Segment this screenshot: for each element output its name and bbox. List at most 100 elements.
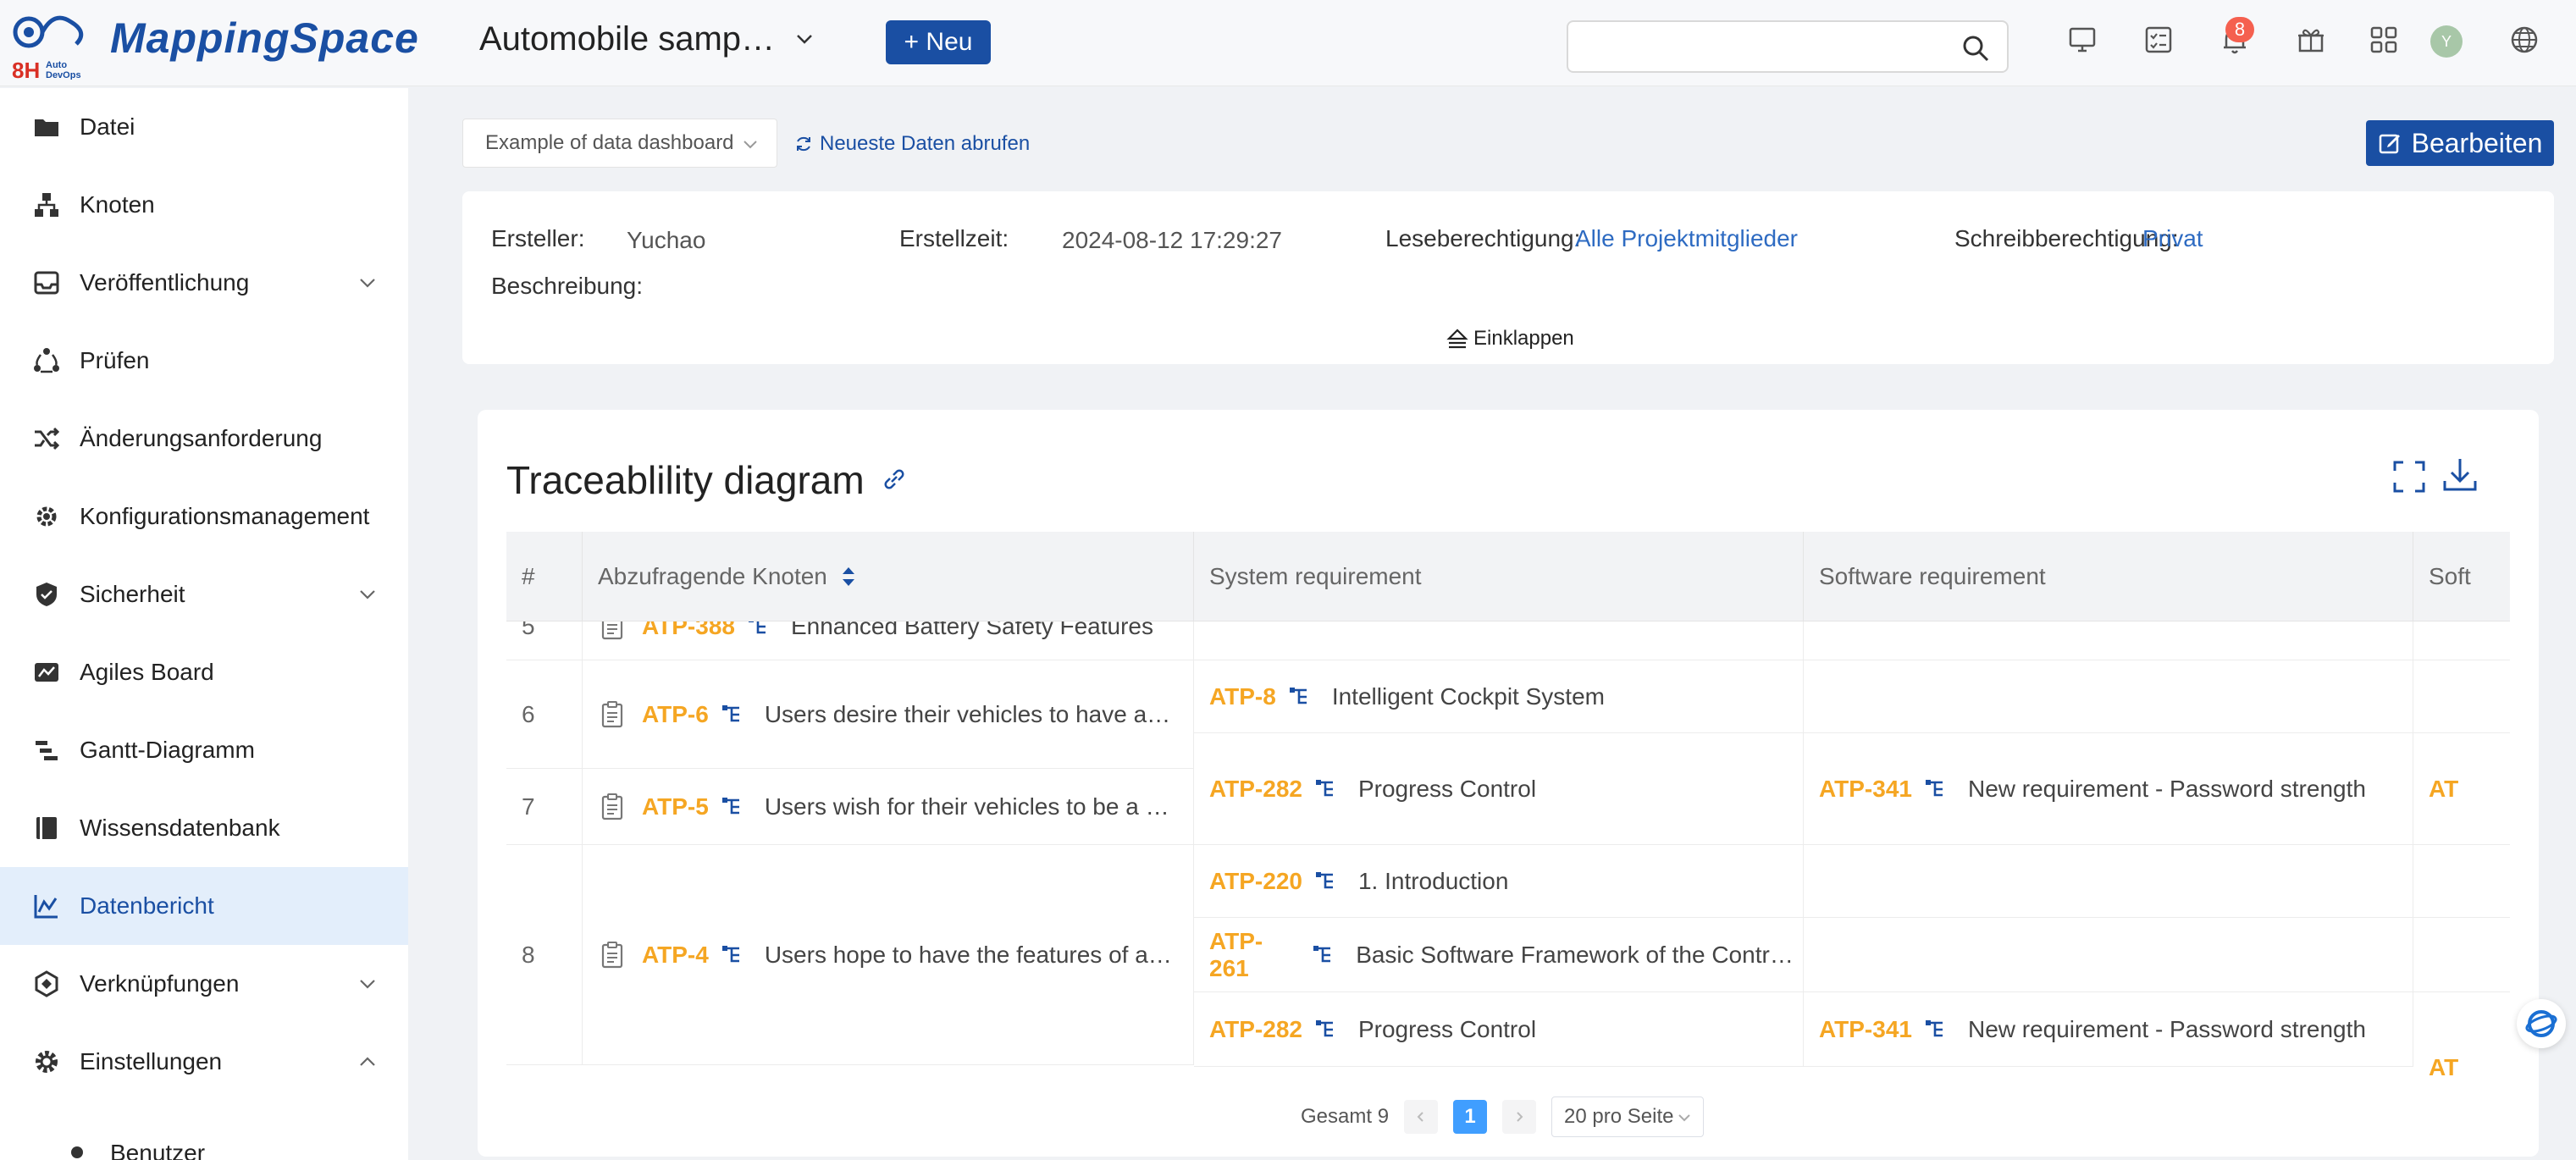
- table-cell-soft[interactable]: AT: [2413, 733, 2510, 845]
- req-key-link[interactable]: ATP-261: [1209, 928, 1300, 982]
- tree-icon[interactable]: [1314, 778, 1336, 800]
- sidebar-item-datenbericht[interactable]: Datenbericht: [0, 867, 408, 945]
- prev-page-button[interactable]: [1404, 1100, 1439, 1134]
- sidebar-item-konfigurationsmanagement[interactable]: Konfigurationsmanagement: [0, 478, 408, 555]
- sidebar-item-verknuepfungen[interactable]: Verknüpfungen: [0, 945, 408, 1023]
- table-cell-system-req[interactable]: ATP-282 Progress Control: [1194, 733, 1804, 845]
- sidebar-subitem-benutzer[interactable]: Benutzer: [0, 1126, 408, 1160]
- apps-grid-icon[interactable]: [2368, 24, 2400, 56]
- sidebar-item-pruefen[interactable]: Prüfen: [0, 322, 408, 400]
- tree-icon[interactable]: [1288, 686, 1310, 708]
- node-title: Enhanced Battery Safety Features: [790, 621, 1153, 639]
- chevron-down-icon[interactable]: [356, 583, 379, 606]
- sidebar-item-datei[interactable]: Datei: [0, 88, 408, 166]
- table-cell-system-req[interactable]: ATP-8 Intelligent Cockpit System: [1194, 660, 1804, 733]
- sidebar-item-label: Änderungsanforderung: [80, 425, 323, 451]
- page-number-current[interactable]: 1: [1453, 1100, 1488, 1134]
- table-row[interactable]: ATP-388 Enhanced Battery Safety Features: [583, 621, 1194, 660]
- req-title: New requirement - Password strength: [1967, 1015, 2366, 1042]
- sidebar-item-sicherheit[interactable]: Sicherheit: [0, 555, 408, 633]
- logo[interactable]: 8H Auto DevOps: [10, 7, 95, 83]
- chevron-up-icon[interactable]: [356, 1050, 379, 1074]
- node-key-link[interactable]: ATP-388: [642, 621, 735, 640]
- table-row[interactable]: ATP-6 Users desire their vehicles to hav…: [583, 660, 1194, 769]
- table-cell-empty: [2413, 621, 2510, 660]
- inbox-icon: [34, 271, 59, 295]
- dashboard-select[interactable]: Example of data dashboard: [462, 119, 777, 168]
- fullscreen-icon[interactable]: [2391, 459, 2427, 494]
- tree-icon[interactable]: [747, 621, 769, 638]
- refresh-link[interactable]: Neueste Daten abrufen: [794, 132, 1030, 156]
- collapse-toggle[interactable]: Einklappen: [1446, 327, 1574, 351]
- tree-icon[interactable]: [721, 944, 743, 966]
- node-key-link[interactable]: ATP-4: [642, 942, 709, 969]
- tree-icon[interactable]: [1314, 1019, 1336, 1041]
- req-key-link[interactable]: AT: [2429, 776, 2458, 803]
- table-cell-empty: [1194, 621, 1804, 660]
- chevron-down-icon[interactable]: [794, 29, 815, 49]
- search-icon[interactable]: [1961, 34, 1990, 63]
- column-header-nodes[interactable]: Abzufragende Knoten: [583, 532, 1194, 621]
- req-key-link[interactable]: ATP-220: [1209, 868, 1302, 895]
- edit-button[interactable]: Bearbeiten: [2366, 120, 2554, 166]
- sidebar-item-einstellungen[interactable]: Einstellungen: [0, 1023, 408, 1101]
- page-size-select[interactable]: 20 pro Seite: [1551, 1096, 1705, 1137]
- sort-icon[interactable]: [839, 564, 858, 589]
- assistant-icon: [2525, 1010, 2557, 1037]
- req-key-link[interactable]: ATP-8: [1209, 683, 1276, 710]
- tree-icon[interactable]: [1314, 870, 1336, 892]
- link-icon[interactable]: [882, 467, 906, 491]
- chevron-down-icon[interactable]: [356, 972, 379, 996]
- sidebar-item-aenderungsanforderung[interactable]: Änderungsanforderung: [0, 400, 408, 478]
- tree-icon[interactable]: [1924, 1019, 1946, 1041]
- table-cell-system-req[interactable]: ATP-220 1. Introduction: [1194, 845, 1804, 918]
- search-input[interactable]: [1567, 20, 2009, 73]
- sidebar-item-wissensdatenbank[interactable]: Wissensdatenbank: [0, 789, 408, 867]
- tree-icon[interactable]: [1924, 778, 1946, 800]
- table-row[interactable]: ATP-5 Users wish for their vehicles to b…: [583, 769, 1194, 845]
- project-title[interactable]: Automobile samp…: [479, 20, 775, 58]
- req-key-link[interactable]: ATP-282: [1209, 776, 1302, 803]
- req-key-link[interactable]: ATP-282: [1209, 1016, 1302, 1043]
- sidebar-item-label: Veröffentlichung: [80, 269, 250, 296]
- table-cell-system-req[interactable]: ATP-282 Progress Control: [1194, 992, 1804, 1067]
- tree-icon[interactable]: [1312, 944, 1334, 966]
- read-permission-value[interactable]: Alle Projektmitglieder: [1575, 225, 1798, 252]
- req-key-link[interactable]: ATP-341: [1819, 1016, 1912, 1043]
- next-page-button[interactable]: [1502, 1100, 1537, 1134]
- help-assistant-button[interactable]: [2517, 999, 2566, 1048]
- monitor-icon[interactable]: [2066, 24, 2098, 56]
- avatar[interactable]: Y: [2430, 25, 2463, 58]
- new-button[interactable]: + Neu: [886, 20, 991, 64]
- node-key-link[interactable]: ATP-6: [642, 701, 709, 728]
- download-icon[interactable]: [2441, 456, 2479, 494]
- sidebar-item-veroeffentlichung[interactable]: Veröffentlichung: [0, 244, 408, 322]
- sidebar-item-agiles-board[interactable]: Agiles Board: [0, 633, 408, 711]
- req-key-link[interactable]: AT: [2429, 1054, 2458, 1079]
- tree-icon[interactable]: [721, 796, 743, 818]
- column-header-label: Abzufragende Knoten: [598, 563, 827, 589]
- req-key-link[interactable]: ATP-341: [1819, 776, 1912, 803]
- table-cell-soft[interactable]: AT: [2413, 992, 2510, 1079]
- table-cell-software-req[interactable]: ATP-341 New requirement - Password stren…: [1804, 733, 2413, 845]
- table-cell-software-req[interactable]: ATP-341 New requirement - Password stren…: [1804, 992, 2413, 1067]
- task-list-icon[interactable]: [2142, 24, 2175, 56]
- write-permission-value[interactable]: Privat: [2142, 225, 2203, 252]
- table-cell-empty: [1804, 621, 2413, 660]
- chart-icon: [34, 895, 58, 919]
- table-cell-system-req[interactable]: ATP-261 Basic Software Framework of the …: [1194, 918, 1804, 992]
- tree-icon[interactable]: [721, 704, 743, 726]
- gift-icon[interactable]: [2295, 24, 2327, 56]
- hierarchy-icon: [35, 193, 58, 217]
- table-row[interactable]: ATP-4 Users hope to have the features of…: [583, 845, 1194, 1065]
- node-key-link[interactable]: ATP-5: [642, 793, 709, 820]
- globe-icon[interactable]: [2508, 24, 2540, 56]
- diagram-title: Traceablility diagram: [506, 458, 865, 502]
- sidebar-item-label: Agiles Board: [80, 659, 214, 685]
- book-icon: [36, 817, 57, 839]
- collapse-icon: [1446, 329, 1468, 349]
- sidebar-item-gantt-diagramm[interactable]: Gantt-Diagramm: [0, 711, 408, 789]
- sidebar-item-knoten[interactable]: Knoten: [0, 166, 408, 244]
- chevron-down-icon[interactable]: [356, 271, 379, 295]
- document-icon: [601, 700, 623, 727]
